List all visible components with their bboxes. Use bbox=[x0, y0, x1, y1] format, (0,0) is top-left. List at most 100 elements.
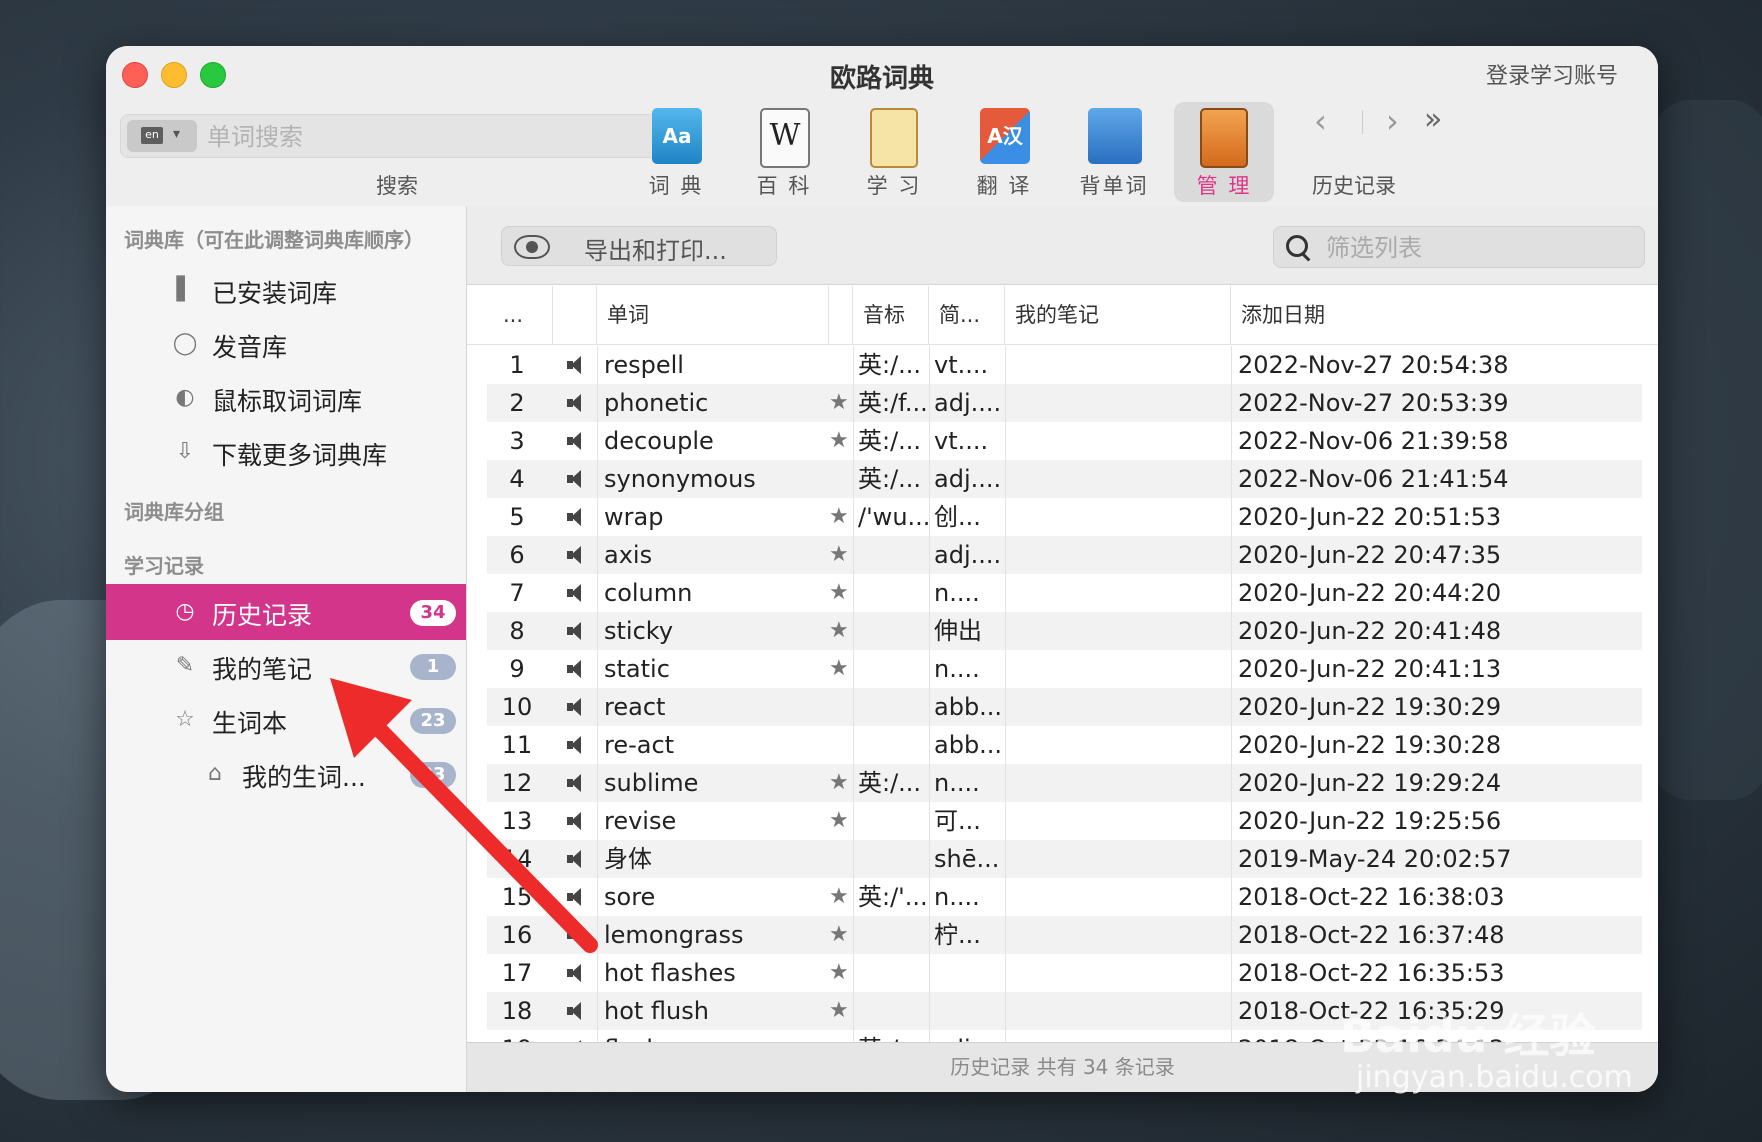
column-header-word[interactable]: 单词 bbox=[597, 286, 829, 344]
row-index: 6 bbox=[509, 541, 525, 569]
row-index: 16 bbox=[501, 921, 533, 949]
sidebar-item-wordbook[interactable]: ☆ 生词本 23 bbox=[106, 692, 466, 748]
speaker-icon[interactable] bbox=[567, 773, 587, 793]
toolbar-study-button[interactable]: 学 习 bbox=[844, 102, 944, 202]
row-brief: vt.... bbox=[929, 346, 1010, 384]
speaker-icon[interactable] bbox=[567, 811, 587, 831]
speaker-icon[interactable] bbox=[567, 507, 587, 527]
star-icon[interactable]: ★ bbox=[829, 384, 849, 422]
star-icon[interactable]: ★ bbox=[829, 612, 849, 650]
table-row[interactable]: 2 phonetic ★ 英:/f... adj.... 2022-Nov-27 20:5… bbox=[487, 384, 1642, 422]
star-icon[interactable]: ★ bbox=[829, 878, 849, 916]
speaker-icon[interactable] bbox=[567, 469, 587, 489]
speaker-icon[interactable] bbox=[567, 963, 587, 983]
row-date: 2020-Jun-22 20:41:13 bbox=[1231, 650, 1649, 688]
sidebar-item-history[interactable]: ◷ 历史记录 34 bbox=[106, 584, 466, 640]
star-icon[interactable]: ★ bbox=[829, 422, 849, 460]
column-header-star[interactable] bbox=[829, 286, 853, 344]
table-row[interactable]: 5 wrap ★/'wu... 创... 2020-Jun-22 20:51:53 bbox=[487, 498, 1642, 536]
column-header-sound[interactable] bbox=[553, 286, 597, 344]
history-table-body: 1 respell 英:/... vt.... 2022-Nov-27 20:54:38… bbox=[467, 346, 1658, 1042]
speaker-icon[interactable] bbox=[567, 393, 587, 413]
row-note bbox=[1005, 1030, 1232, 1042]
table-row[interactable]: 1 respell 英:/... vt.... 2022-Nov-27 20:54:38 bbox=[487, 346, 1642, 384]
toolbar-flashcards-button[interactable]: 背单词 bbox=[1064, 102, 1164, 202]
speaker-icon[interactable] bbox=[567, 925, 587, 945]
clock-icon: ◷ bbox=[175, 599, 195, 624]
sidebar-item-download[interactable]: ⇩ 下载更多词典库 bbox=[106, 424, 466, 480]
star-icon[interactable]: ★ bbox=[829, 574, 849, 612]
toolbar-manage-button[interactable]: 管 理 bbox=[1174, 102, 1274, 202]
table-row[interactable]: 7 column ★ n.... 2020-Jun-22 20:44:20 bbox=[487, 574, 1642, 612]
row-date: 2022-Nov-06 21:41:54 bbox=[1231, 460, 1649, 498]
table-row[interactable]: 11 re-act abb... 2020-Jun-22 19:30:28 bbox=[487, 726, 1642, 764]
speaker-icon[interactable] bbox=[567, 735, 587, 755]
sidebar-item-installed[interactable]: ▌ 已安装词库 bbox=[106, 262, 466, 318]
column-header-date[interactable]: 添加日期 bbox=[1231, 286, 1658, 344]
more-chevron-icon[interactable]: » bbox=[1424, 102, 1442, 137]
login-link[interactable]: 登录学习账号 bbox=[1486, 58, 1618, 90]
column-header-index[interactable]: ... bbox=[467, 286, 553, 344]
speaker-icon[interactable] bbox=[567, 431, 587, 451]
speaker-icon[interactable] bbox=[567, 621, 587, 641]
word-search-input[interactable] bbox=[205, 118, 669, 156]
toolbar-dictionary-button[interactable]: Aa 词 典 bbox=[626, 102, 726, 202]
eye-icon bbox=[514, 235, 550, 259]
row-phonetic: 英:/'... bbox=[853, 878, 934, 916]
speaker-icon[interactable] bbox=[567, 697, 587, 717]
forward-arrow-icon[interactable]: › bbox=[1386, 102, 1399, 140]
table-row[interactable]: 17 hot flashes ★ 2018-Oct-22 16:35:53 bbox=[487, 954, 1642, 992]
table-row[interactable]: 8 sticky ★ 伸出 2020-Jun-22 20:41:48 bbox=[487, 612, 1642, 650]
star-icon[interactable]: ★ bbox=[829, 764, 849, 802]
table-row[interactable]: 3 decouple ★ 英:/... vt.... 2022-Nov-06 21:39:… bbox=[487, 422, 1642, 460]
speaker-icon[interactable] bbox=[567, 583, 587, 603]
speaker-icon[interactable] bbox=[567, 887, 587, 907]
sidebar-section-groups: 词典库分组 bbox=[124, 500, 224, 524]
speaker-icon[interactable] bbox=[567, 355, 587, 375]
speaker-icon[interactable] bbox=[567, 849, 587, 869]
language-selector[interactable]: en ▾ bbox=[127, 120, 197, 152]
star-icon[interactable]: ★ bbox=[829, 802, 849, 840]
toolbar-translate-button[interactable]: A汉 翻 译 bbox=[954, 102, 1054, 202]
sidebar-item-pronunciation[interactable]: ◯ 发音库 bbox=[106, 316, 466, 372]
row-word: react bbox=[597, 688, 834, 726]
back-arrow-icon[interactable]: ‹ bbox=[1314, 102, 1327, 140]
row-phonetic: 英:/... bbox=[853, 764, 934, 802]
table-row[interactable]: 16 lemongrass ★ 柠... 2018-Oct-22 16:37:48 bbox=[487, 916, 1642, 954]
toolbar-label: 管 理 bbox=[1196, 174, 1252, 198]
speaker-icon[interactable] bbox=[567, 659, 587, 679]
row-note bbox=[1005, 726, 1232, 764]
table-row[interactable]: 12 sublime ★ 英:/... n.... 2020-Jun-22 19:29:2… bbox=[487, 764, 1642, 802]
sidebar-item-notes[interactable]: ✎ 我的笔记 1 bbox=[106, 638, 466, 694]
filter-input[interactable] bbox=[1324, 231, 1628, 265]
table-row[interactable]: 13 revise ★ 可... 2020-Jun-22 19:25:56 bbox=[487, 802, 1642, 840]
table-row[interactable]: 15 sore ★ 英:/'... n.... 2018-Oct-22 16:38:03 bbox=[487, 878, 1642, 916]
toolbar-encyclopedia-button[interactable]: W 百 科 bbox=[734, 102, 834, 202]
star-icon[interactable]: ★ bbox=[829, 954, 849, 992]
watermark-logo: Baidu 经验 bbox=[1340, 1009, 1596, 1063]
table-row[interactable]: 6 axis ★ adj.... 2020-Jun-22 20:47:35 bbox=[487, 536, 1642, 574]
row-word: sublime bbox=[597, 764, 834, 802]
row-brief: 可... bbox=[929, 802, 1010, 840]
column-header-notes[interactable]: 我的笔记 bbox=[1005, 286, 1231, 344]
table-row[interactable]: 14 身体 shē... 2019-May-24 20:02:57 bbox=[487, 840, 1642, 878]
star-icon[interactable]: ★ bbox=[829, 536, 849, 574]
star-icon[interactable]: ★ bbox=[829, 992, 849, 1030]
sidebar-item-mouse-lookup[interactable]: ◐ 鼠标取词词库 bbox=[106, 370, 466, 426]
table-row[interactable]: 4 synonymous 英:/... adj.... 2022-Nov-06 21:4… bbox=[487, 460, 1642, 498]
star-icon[interactable]: ★ bbox=[829, 916, 849, 954]
table-row[interactable]: 10 react abb... 2020-Jun-22 19:30:29 bbox=[487, 688, 1642, 726]
speaker-icon[interactable] bbox=[567, 1001, 587, 1021]
export-print-button[interactable]: 导出和打印... bbox=[501, 226, 777, 266]
row-word: flash bbox=[597, 1030, 834, 1042]
sidebar-item-my-words[interactable]: ⌂ 我的生词... 23 bbox=[106, 746, 466, 802]
speaker-icon[interactable] bbox=[567, 545, 587, 565]
star-icon[interactable]: ★ bbox=[829, 650, 849, 688]
table-row[interactable]: 9 static ★ n.... 2020-Jun-22 20:41:13 bbox=[487, 650, 1642, 688]
row-date: 2020-Jun-22 20:44:20 bbox=[1231, 574, 1649, 612]
star-icon[interactable]: ★ bbox=[829, 498, 849, 536]
row-brief: adj.... bbox=[929, 1030, 1010, 1042]
watermark-url: jingyan.baidu.com bbox=[1356, 1060, 1633, 1095]
column-header-phonetic[interactable]: 音标 bbox=[853, 286, 929, 344]
column-header-brief[interactable]: 简... bbox=[929, 286, 1005, 344]
